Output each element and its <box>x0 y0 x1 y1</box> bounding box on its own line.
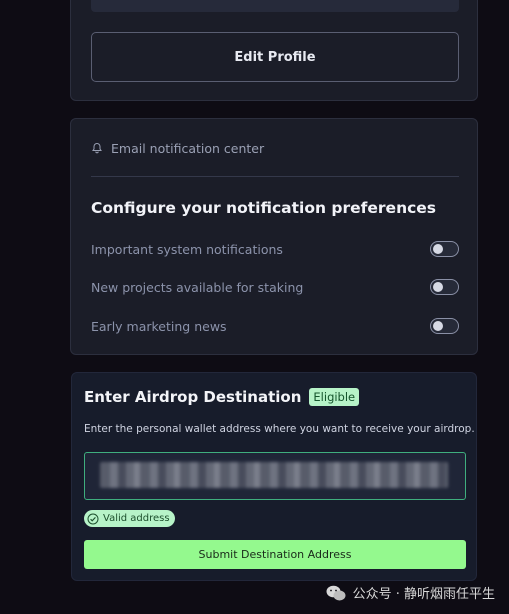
preference-label: Early marketing news <box>91 318 227 334</box>
eligible-badge: Eligible <box>309 388 360 406</box>
toggle-knob <box>433 282 443 292</box>
bell-icon <box>92 142 102 154</box>
profile-field[interactable] <box>91 0 459 12</box>
profile-card: Edit Profile <box>70 0 478 101</box>
system-notifications-toggle[interactable] <box>430 241 459 257</box>
airdrop-title-row: Enter Airdrop Destination Eligible <box>84 388 360 406</box>
notification-header: Email notification center <box>91 139 264 157</box>
notification-header-label: Email notification center <box>111 140 265 156</box>
divider <box>91 176 459 177</box>
airdrop-title: Enter Airdrop Destination <box>84 388 302 406</box>
valid-address-label: Valid address <box>103 513 170 524</box>
notification-card: Email notification center Configure your… <box>70 118 478 355</box>
wallet-address-input[interactable] <box>84 452 466 500</box>
toggle-knob <box>433 244 443 254</box>
submit-destination-button[interactable]: Submit Destination Address <box>84 540 466 569</box>
valid-address-badge: Valid address <box>84 510 175 527</box>
staking-projects-toggle[interactable] <box>430 279 459 295</box>
notification-title: Configure your notification preferences <box>91 199 437 217</box>
edit-profile-button[interactable]: Edit Profile <box>91 32 459 82</box>
marketing-news-toggle[interactable] <box>430 318 459 334</box>
airdrop-card: Enter Airdrop Destination Eligible Enter… <box>71 372 477 581</box>
preference-row: Important system notifications <box>91 240 459 258</box>
preference-label: New projects available for staking <box>91 279 304 295</box>
wechat-watermark: 公众号 · 静听烟雨任平生 <box>325 583 495 602</box>
preference-row: Early marketing news <box>91 317 459 335</box>
toggle-knob <box>433 321 443 331</box>
wechat-icon <box>326 585 346 600</box>
preference-row: New projects available for staking <box>91 278 459 296</box>
check-circle-icon <box>87 513 99 524</box>
airdrop-description: Enter the personal wallet address where … <box>84 423 475 435</box>
watermark-text: 公众号 · 静听烟雨任平生 <box>352 587 495 602</box>
preference-label: Important system notifications <box>91 241 283 257</box>
